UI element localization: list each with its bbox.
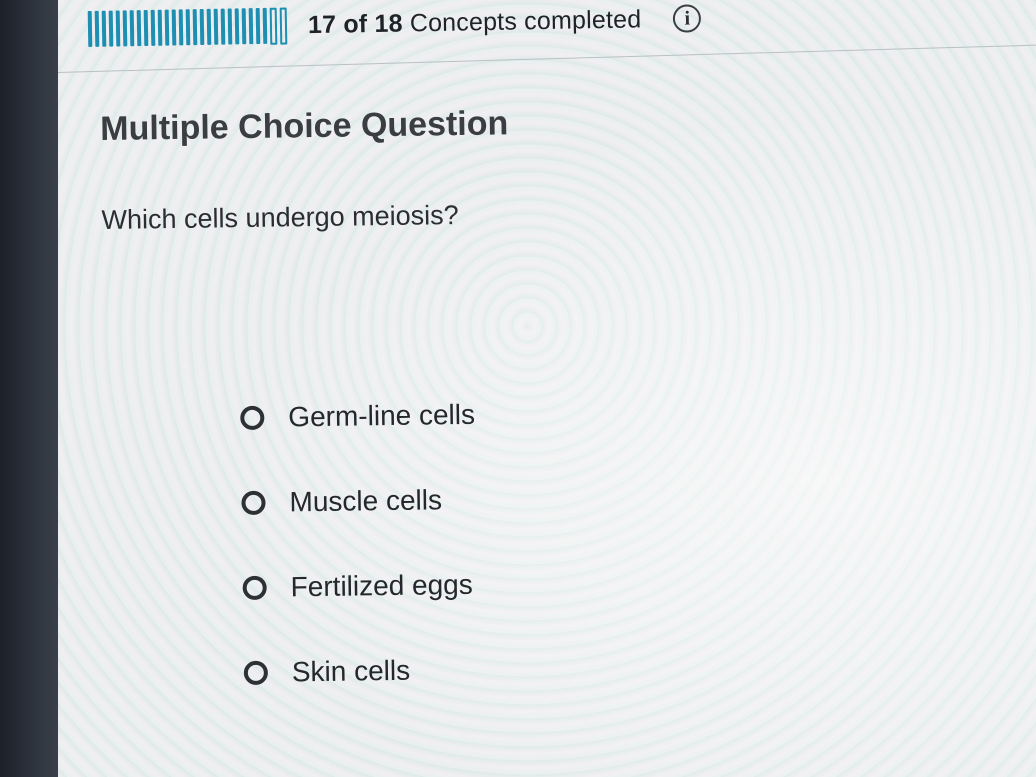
answer-option-label: Germ-line cells xyxy=(288,398,476,433)
monitor-bezel xyxy=(0,0,62,777)
progress-segment-filled xyxy=(129,10,135,47)
progress-segment-filled xyxy=(241,8,247,45)
progress-segment-filled xyxy=(248,8,254,45)
radio-button-icon[interactable] xyxy=(241,490,266,516)
concept-progress-bar xyxy=(87,4,291,50)
answer-option[interactable]: Fertilized eggs xyxy=(242,560,843,608)
progress-segment-filled xyxy=(87,10,93,47)
progress-segment-filled xyxy=(94,10,100,47)
progress-segment-filled xyxy=(108,10,114,47)
info-icon[interactable]: i xyxy=(673,4,702,33)
header-divider xyxy=(58,44,1036,73)
progress-label: 17 of 18 Concepts completed xyxy=(308,5,642,40)
progress-segment-filled xyxy=(199,8,205,46)
progress-segment-empty xyxy=(279,7,288,45)
answer-option-label: Skin cells xyxy=(291,654,411,688)
progress-segment-filled xyxy=(171,9,177,46)
progress-suffix: Concepts completed xyxy=(409,4,642,37)
answer-option-label: Muscle cells xyxy=(289,484,443,518)
progress-segment-filled xyxy=(143,9,149,47)
answer-option-label: Fertilized eggs xyxy=(290,568,473,603)
answer-option[interactable]: Germ-line cells xyxy=(240,390,841,438)
progress-segment-filled xyxy=(136,10,142,47)
progress-segment-filled xyxy=(157,9,163,46)
progress-segment-filled xyxy=(206,8,212,45)
progress-segment-filled xyxy=(178,9,184,46)
progress-segment-filled xyxy=(185,9,191,46)
progress-segment-filled xyxy=(220,8,226,45)
radio-button-icon[interactable] xyxy=(240,405,265,431)
progress-segment-filled xyxy=(150,9,156,46)
progress-segment-empty xyxy=(269,7,278,45)
question-content: Multiple Choice Question Which cells und… xyxy=(100,104,510,687)
progress-segment-filled xyxy=(101,10,107,47)
progress-header: 17 of 18 Concepts completed i xyxy=(87,0,702,50)
answer-option[interactable]: Skin cells xyxy=(243,645,845,693)
progress-segment-filled xyxy=(255,8,261,45)
question-prompt: Which cells undergo meiosis? xyxy=(101,200,459,235)
progress-segment-filled xyxy=(262,7,268,44)
progress-segment-filled xyxy=(115,10,121,47)
radio-button-icon[interactable] xyxy=(242,575,267,601)
progress-segment-filled xyxy=(164,9,170,46)
progress-segment-filled xyxy=(122,10,128,47)
progress-segment-filled xyxy=(227,8,233,45)
quiz-screen: 17 of 18 Concepts completed i Multiple C… xyxy=(58,0,1036,777)
progress-segment-filled xyxy=(192,9,198,46)
question-type-heading: Multiple Choice Question xyxy=(100,104,509,148)
answer-option[interactable]: Muscle cells xyxy=(241,475,842,523)
progress-segment-filled xyxy=(213,8,219,45)
answer-options: Germ-line cells Muscle cells Fertilized … xyxy=(240,390,845,738)
progress-segment-filled xyxy=(234,8,240,45)
progress-count: 17 of 18 xyxy=(307,9,403,39)
radio-button-icon[interactable] xyxy=(243,660,269,686)
